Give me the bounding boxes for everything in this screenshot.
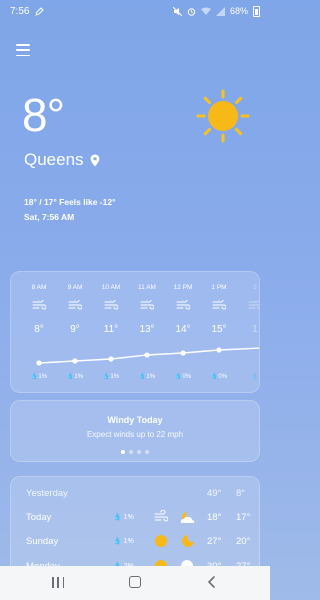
alarm-icon xyxy=(187,7,196,16)
mute-icon xyxy=(172,6,182,16)
wind-icon xyxy=(154,510,168,522)
sun-icon xyxy=(196,89,250,143)
hour-temperature: 13° xyxy=(139,324,155,335)
pagination-dot[interactable] xyxy=(129,450,133,454)
pagination-dot[interactable] xyxy=(137,450,141,454)
battery-percent: 68% xyxy=(229,6,248,16)
wind-icon xyxy=(104,300,118,310)
trend-point xyxy=(216,347,222,353)
hour-precipitation: 💧0% xyxy=(174,374,192,380)
wind-icon xyxy=(212,300,226,310)
wind-icon xyxy=(176,300,190,310)
pagination-dot[interactable] xyxy=(145,450,149,454)
back-button[interactable] xyxy=(206,576,218,588)
hour-temperature: 8° xyxy=(34,324,44,335)
battery-icon xyxy=(253,5,260,17)
day-high: 18° xyxy=(207,512,222,523)
date-time-text: Sat, 7:56 AM xyxy=(24,212,75,222)
daily-row-yesterday[interactable]: Yesterday 49° 8° xyxy=(11,484,259,504)
hour-temperature: 11° xyxy=(103,324,119,335)
hour-time: 2 xyxy=(253,284,257,291)
day-name: Sunday xyxy=(26,536,59,547)
trend-point xyxy=(72,358,78,364)
wind-icon xyxy=(68,300,82,310)
day-low: 8° xyxy=(236,488,246,499)
wind-icon xyxy=(140,300,154,310)
daily-forecast-card[interactable]: Yesterday 49° 8° Today 💧 1% 18° 17° Sund… xyxy=(10,476,260,576)
windy-subtitle: Expect winds up to 22 mph xyxy=(86,430,184,439)
day-high: 27° xyxy=(207,536,222,547)
moon-icon xyxy=(182,535,194,547)
location-pin-icon xyxy=(90,154,99,166)
daily-row-sunday[interactable]: Sunday 💧 1% 27° 20° xyxy=(11,532,259,552)
day-precipitation: 💧 1% xyxy=(113,514,134,521)
day-low: 17° xyxy=(236,512,251,523)
system-navigation-bar xyxy=(0,566,270,600)
hour-time: 1 PM xyxy=(211,284,227,291)
status-time: 7:56 xyxy=(10,5,30,17)
hour-time: 10 AM xyxy=(101,284,121,291)
trend-point xyxy=(180,350,186,356)
hour-precipitation: 💧 xyxy=(251,374,259,380)
recent-apps-button[interactable] xyxy=(52,577,64,588)
day-low: 20° xyxy=(236,536,251,547)
trend-point xyxy=(144,352,150,358)
home-button[interactable] xyxy=(129,576,141,588)
signal-icon xyxy=(215,6,225,16)
status-right: 68% xyxy=(172,5,260,17)
hour-temperature: 1 xyxy=(252,324,258,335)
hour-temperature: 14° xyxy=(175,324,191,335)
sun-icon xyxy=(155,535,167,547)
hourly-forecast-card[interactable]: 8 AM 8° 💧1% 9 AM 9° 💧1% 10 AM 11° 💧1% 11… xyxy=(10,271,260,393)
pagination-dots[interactable] xyxy=(11,450,259,454)
edit-icon xyxy=(35,6,45,16)
hour-precipitation: 💧1% xyxy=(66,374,84,380)
menu-icon[interactable] xyxy=(16,44,30,56)
day-precipitation: 💧 1% xyxy=(113,538,134,545)
hour-precipitation: 💧1% xyxy=(102,374,120,380)
hour-time: 8 AM xyxy=(31,284,47,291)
wind-icon xyxy=(32,300,46,310)
hour-precipitation: 💧1% xyxy=(30,374,48,380)
trend-point xyxy=(36,360,42,366)
current-temperature: 8° xyxy=(22,89,65,141)
windy-title: Windy Today xyxy=(107,415,163,425)
pagination-dot[interactable] xyxy=(121,450,125,454)
hour-temperature: 15° xyxy=(211,324,227,335)
windy-alert-card[interactable]: Windy Today Expect winds up to 22 mph xyxy=(10,400,260,462)
hour-time: 11 AM xyxy=(138,284,156,291)
hour-temperature: 9° xyxy=(70,324,80,335)
location[interactable]: Queens xyxy=(24,150,100,170)
wifi-icon xyxy=(200,7,211,15)
location-name: Queens xyxy=(24,150,84,169)
hour-time: 12 PM xyxy=(173,284,193,291)
hour-time: 9 AM xyxy=(67,284,83,291)
day-name: Today xyxy=(26,512,52,523)
day-name: Yesterday xyxy=(26,488,68,499)
feels-like-text: 18° / 17° Feels like -12° xyxy=(24,197,116,207)
status-bar: 7:56 68% xyxy=(0,0,270,22)
wind-icon xyxy=(248,300,259,310)
hour-precipitation: 💧0% xyxy=(210,374,228,380)
partly-cloudy-night-icon xyxy=(180,512,195,523)
day-high: 49° xyxy=(207,488,222,499)
trend-point xyxy=(108,356,114,362)
daily-row-today[interactable]: Today 💧 1% 18° 17° xyxy=(11,508,259,528)
hour-precipitation: 💧1% xyxy=(138,374,156,380)
